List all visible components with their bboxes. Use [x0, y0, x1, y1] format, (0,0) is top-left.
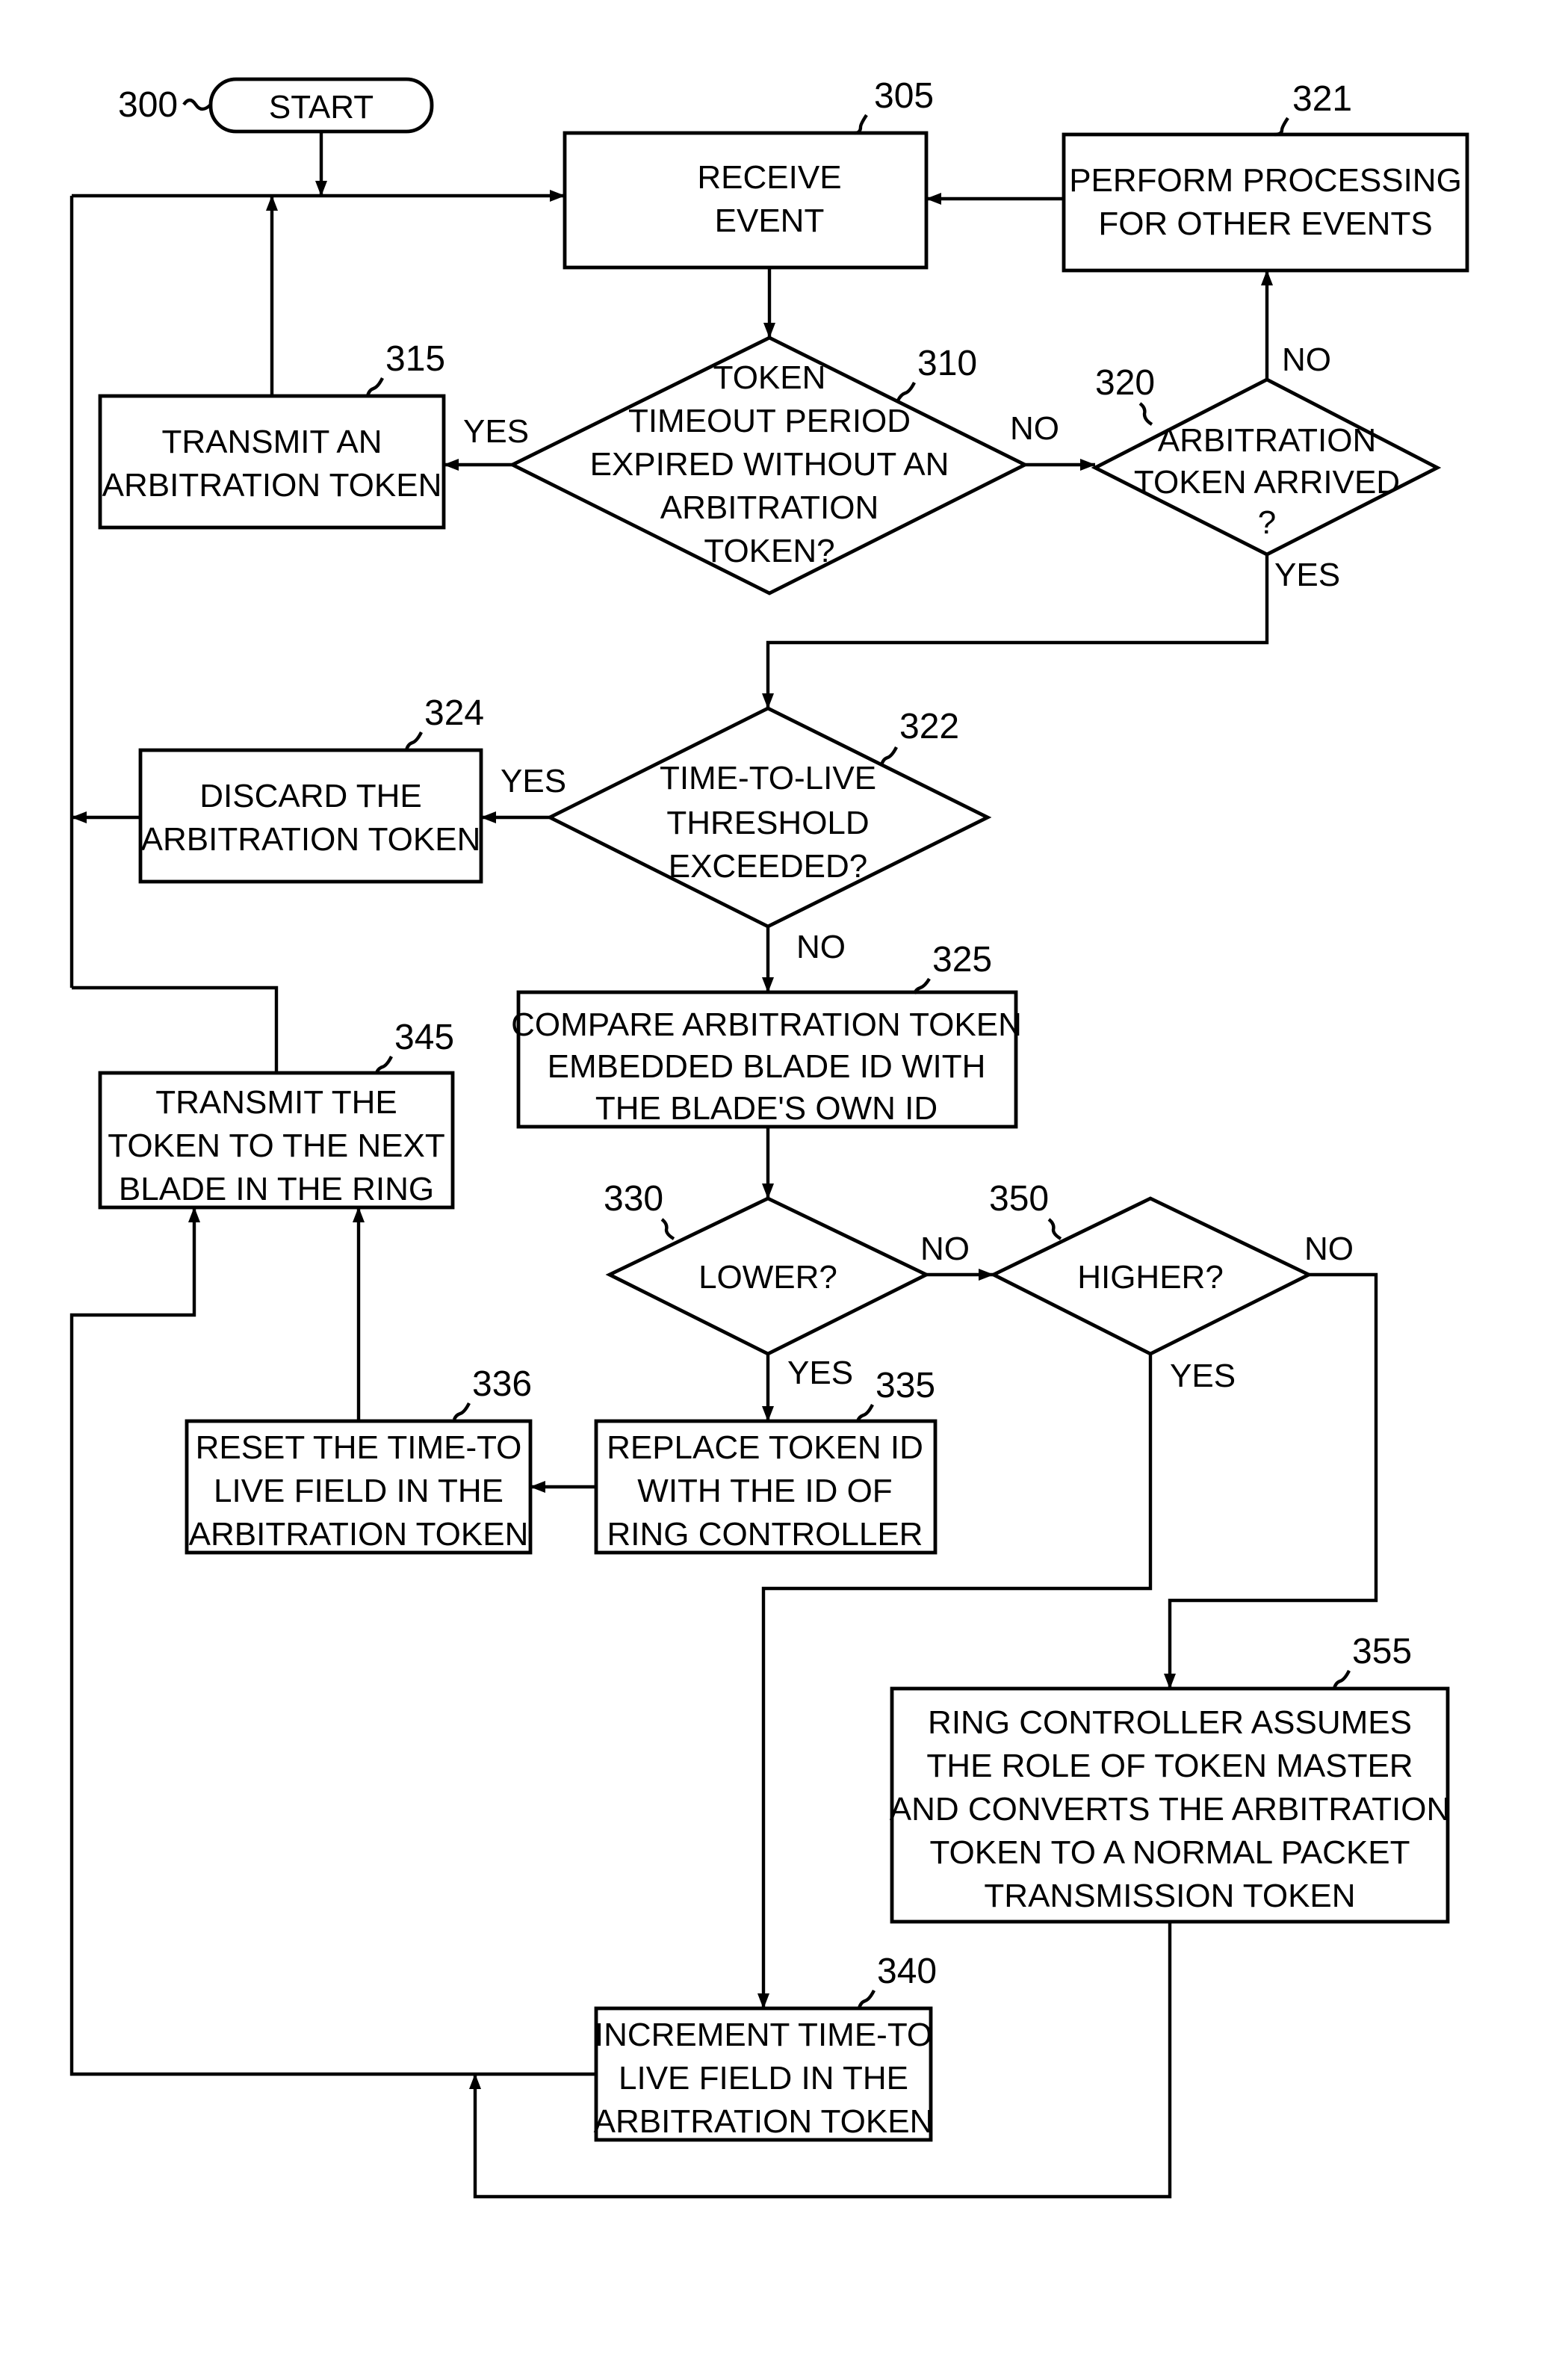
start-terminal: START 300 — [118, 77, 434, 134]
node-345-line-2: TOKEN TO THE NEXT — [108, 1127, 445, 1164]
node-335-line-2: WITH THE ID OF — [637, 1473, 892, 1509]
edge-320-yes-to-322 — [768, 554, 1269, 708]
node-355-line-2: THE ROLE OF TOKEN MASTER — [926, 1748, 1413, 1784]
label-310-yes: YES — [463, 413, 529, 450]
node-336-line-3: ARBITRATION TOKEN — [189, 1516, 529, 1553]
node-330-line-1: LOWER? — [698, 1259, 837, 1296]
node-336-line-2: LIVE FIELD IN THE — [214, 1473, 503, 1509]
node-355-line-3: AND CONVERTS THE ARBITRATION — [890, 1791, 1451, 1828]
node-340-line-3: ARBITRATION TOKEN — [594, 2103, 934, 2140]
label-320-no: NO — [1282, 341, 1331, 378]
label-350-no: NO — [1304, 1231, 1354, 1267]
decision-330-lower: LOWER? 330 — [604, 1179, 931, 1356]
node-336-line-1: RESET THE TIME-TO — [196, 1429, 522, 1466]
node-315-line-1: TRANSMIT AN — [161, 424, 382, 460]
node-345-line-1: TRANSMIT THE — [155, 1084, 397, 1121]
node-355-line-5: TRANSMISSION TOKEN — [984, 1878, 1355, 1914]
decision-310-token-timeout: TOKEN TIMEOUT PERIOD EXPIRED WITHOUT AN … — [508, 335, 1029, 595]
node-310-line-3: EXPIRED WITHOUT AN — [590, 446, 949, 483]
node-335-replace-token-id: REPLACE TOKEN ID WITH THE ID OF RING CON… — [594, 1366, 938, 1555]
label-350-yes: YES — [1170, 1358, 1236, 1394]
ref-335: 335 — [876, 1366, 935, 1405]
decision-322-ttl-exceeded: TIME-TO-LIVE THRESHOLD EXCEEDED? 322 — [545, 706, 992, 929]
node-322-line-3: EXCEEDED? — [669, 848, 868, 885]
ref-355: 355 — [1352, 1632, 1412, 1671]
node-324-line-1: DISCARD THE — [199, 778, 421, 814]
node-355-line-4: TOKEN TO A NORMAL PACKET — [929, 1834, 1410, 1871]
node-320-line-1: ARBITRATION — [1158, 422, 1377, 459]
label-330-yes: YES — [787, 1355, 853, 1391]
ref-336: 336 — [472, 1364, 532, 1404]
label-310-no: NO — [1010, 410, 1059, 447]
start-label: START — [269, 89, 374, 126]
node-325-line-2: EMBEDDED BLADE ID WITH — [548, 1048, 986, 1085]
node-340-line-1: INCREMENT TIME-TO — [595, 2017, 932, 2053]
node-335-line-1: REPLACE TOKEN ID — [607, 1429, 923, 1466]
node-321-perform-processing: PERFORM PROCESSING FOR OTHER EVENTS 321 — [1062, 79, 1469, 273]
node-305-receive-event: RECEIVE EVENT 305 — [563, 76, 934, 270]
node-321-line-1: PERFORM PROCESSING — [1069, 162, 1462, 199]
node-340-increment-ttl: INCREMENT TIME-TO LIVE FIELD IN THE ARBI… — [594, 1952, 937, 2142]
label-330-no: NO — [920, 1231, 970, 1267]
label-322-no: NO — [796, 929, 846, 965]
label-320-yes: YES — [1274, 557, 1340, 593]
node-335-line-3: RING CONTROLLER — [607, 1516, 923, 1553]
node-310-line-1: TOKEN — [713, 359, 826, 396]
ref-350: 350 — [989, 1179, 1049, 1219]
node-310-line-5: TOKEN? — [704, 533, 834, 569]
ref-320: 320 — [1095, 363, 1155, 403]
node-310-line-4: ARBITRATION — [660, 489, 879, 526]
decision-320-token-arrived: ARBITRATION TOKEN ARRIVED ? 320 — [1091, 363, 1442, 557]
node-321-line-2: FOR OTHER EVENTS — [1098, 205, 1432, 242]
label-322-yes: YES — [501, 763, 566, 799]
node-324-discard-token: DISCARD THE ARBITRATION TOKEN 324 — [138, 693, 484, 884]
node-315-line-2: ARBITRATION TOKEN — [102, 467, 442, 504]
edge-345-to-loop — [72, 986, 279, 1073]
edge-350-no-to-355 — [1170, 1272, 1378, 1689]
ref-305: 305 — [874, 76, 934, 116]
node-355-line-1: RING CONTROLLER ASSUMES — [928, 1704, 1412, 1741]
node-322-line-2: THRESHOLD — [666, 805, 869, 841]
node-325-line-3: THE BLADE'S OWN ID — [595, 1090, 938, 1127]
node-324-line-2: ARBITRATION TOKEN — [141, 821, 481, 858]
node-310-line-2: TIMEOUT PERIOD — [628, 403, 911, 439]
ref-315: 315 — [385, 339, 445, 379]
flowchart: START 300 RECEIVE EVENT 305 PERFORM PROC… — [69, 76, 1469, 2199]
ref-330: 330 — [604, 1179, 663, 1219]
ref-324: 324 — [424, 693, 484, 733]
ref-310: 310 — [917, 344, 977, 383]
ref-345: 345 — [394, 1018, 454, 1057]
node-340-line-2: LIVE FIELD IN THE — [619, 2060, 908, 2097]
ref-321: 321 — [1292, 79, 1352, 119]
edge-340-to-345 — [69, 1207, 596, 2076]
node-320-line-3: ? — [1258, 504, 1276, 541]
node-305-line-2: EVENT — [715, 202, 825, 239]
node-325-line-1: COMPARE ARBITRATION TOKEN — [511, 1006, 1022, 1043]
node-350-line-1: HIGHER? — [1077, 1259, 1224, 1296]
ref-340: 340 — [877, 1952, 937, 1991]
ref-300: 300 — [118, 85, 178, 125]
decision-350-higher: HIGHER? 350 — [989, 1179, 1313, 1356]
node-305-line-1: RECEIVE — [697, 159, 841, 196]
node-345-line-3: BLADE IN THE RING — [119, 1171, 434, 1207]
node-322-line-1: TIME-TO-LIVE — [660, 760, 876, 796]
ref-322: 322 — [899, 707, 959, 746]
ref-325: 325 — [932, 940, 992, 980]
node-320-line-2: TOKEN ARRIVED — [1134, 464, 1400, 501]
